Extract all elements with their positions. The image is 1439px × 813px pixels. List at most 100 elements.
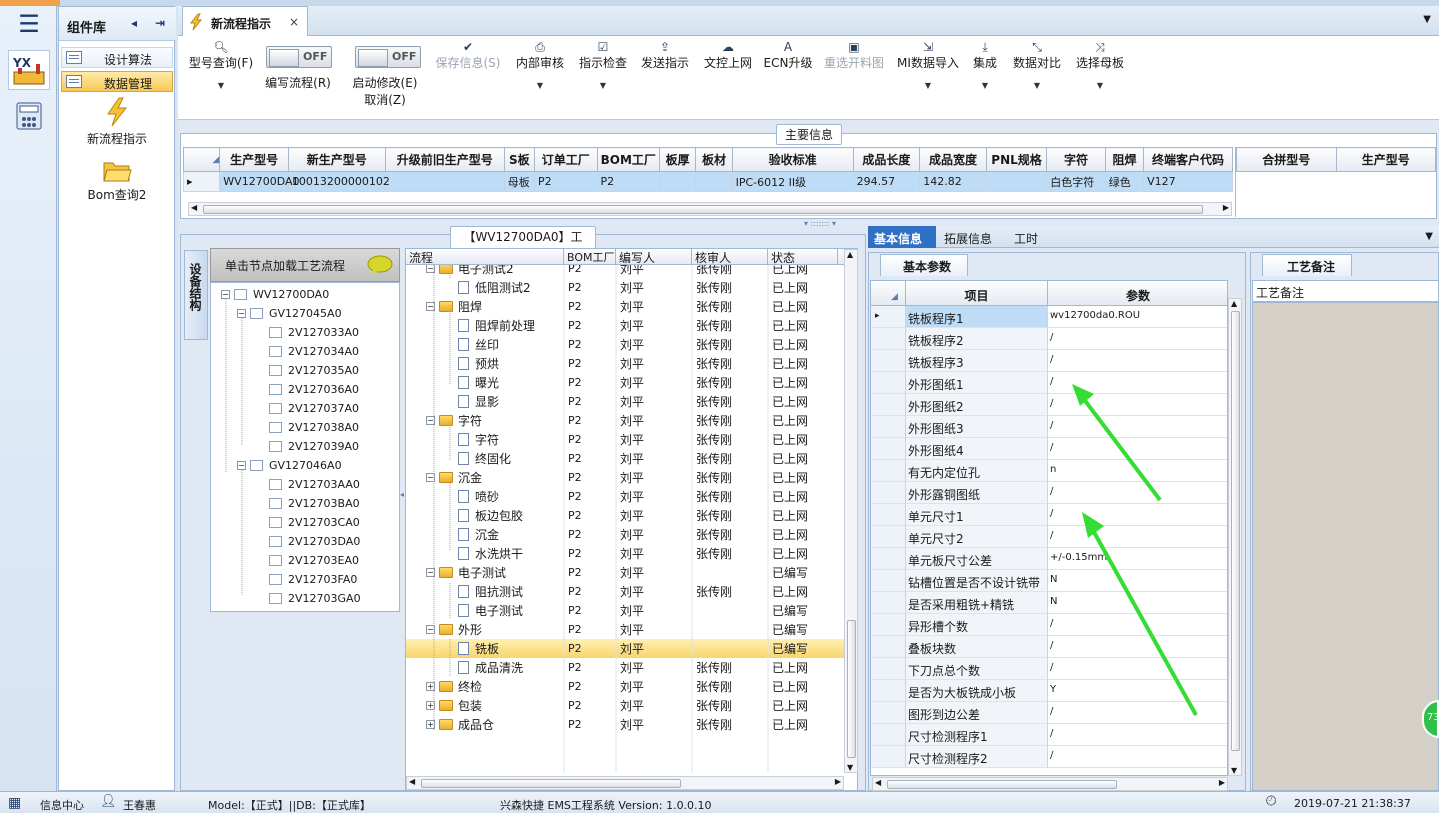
cell[interactable] (384, 171, 505, 192)
cell[interactable]: 142.82 (919, 171, 987, 192)
expand-icon[interactable]: − (237, 461, 246, 470)
comp-item-data-management[interactable]: 数据管理 (61, 71, 173, 92)
column-header[interactable]: 升级前旧生产型号 (384, 147, 505, 172)
flow-row[interactable]: 电子测试 P2 刘平 已编写 (406, 601, 844, 620)
checkbox[interactable] (269, 555, 282, 566)
tree-node[interactable]: 2V127038A0 (269, 418, 359, 437)
param-value[interactable]: / (1048, 328, 1227, 350)
expand-icon[interactable]: − (426, 416, 435, 425)
data-compare-button[interactable]: ⤡ 数据对比 ▼ (1008, 40, 1066, 90)
expand-icon[interactable]: − (426, 625, 435, 634)
flow-vscroll[interactable]: ▲ ▼ (844, 249, 858, 773)
param-value[interactable]: / (1048, 746, 1227, 768)
flow-row[interactable]: 低阻测试2 P2 刘平 张传刚 已上网 (406, 278, 844, 297)
bom-query-item[interactable]: Bom查询2 (77, 157, 157, 203)
param-row[interactable]: ▸ 铣板程序1 wv12700da0.ROU (871, 306, 1227, 328)
flow-column-header[interactable]: 状态 (768, 249, 838, 265)
column-header[interactable]: S板 (503, 147, 535, 172)
flow-row[interactable]: − 沉金 P2 刘平 张传刚 已上网 (406, 468, 844, 487)
column-header[interactable]: 终端客户代码 (1143, 147, 1233, 172)
flow-row[interactable]: − 阻焊 P2 刘平 张传刚 已上网 (406, 297, 844, 316)
flow-row[interactable]: + 终检 P2 刘平 张传刚 已上网 (406, 677, 844, 696)
flow-column-header[interactable]: 编写人 (616, 249, 692, 265)
checkbox[interactable] (269, 403, 282, 414)
tab-basic-params[interactable]: 基本参数 (880, 254, 968, 276)
column-header[interactable]: 订单工厂 (533, 147, 598, 172)
column-header[interactable]: 新生产型号 (287, 147, 386, 172)
column-header[interactable]: 板材 (695, 147, 733, 172)
flow-column-header[interactable]: 流程 (406, 249, 564, 265)
query-model-button[interactable]: 🔍︎ 型号查询(F) ▼ (186, 40, 256, 90)
cell[interactable]: IPC-6012 II级 (731, 171, 854, 192)
checkbox[interactable] (269, 479, 282, 490)
flow-row[interactable]: 显影 P2 刘平 张传刚 已上网 (406, 392, 844, 411)
send-instruction-button[interactable]: ⇪ 发送指示 (638, 40, 692, 71)
calculator-icon[interactable] (8, 96, 50, 136)
flow-column-header[interactable]: 核审人 (692, 249, 768, 265)
column-item[interactable]: 项目 (906, 281, 1048, 305)
save-info-button[interactable]: ✔ 保存信息(S) (432, 40, 504, 71)
flow-row[interactable]: 预烘 P2 刘平 张传刚 已上网 (406, 354, 844, 373)
checkbox[interactable] (269, 365, 282, 376)
param-row[interactable]: 尺寸检测程序2/ (871, 746, 1227, 768)
cell[interactable] (695, 171, 733, 192)
remarks-textarea[interactable] (1252, 302, 1439, 791)
flow-row[interactable]: 字符 P2 刘平 张传刚 已上网 (406, 430, 844, 449)
integrate-button[interactable]: ⤓ 集成 ▼ (968, 40, 1002, 90)
select-mother-board-button[interactable]: ⤨ 选择母板 ▼ (1072, 40, 1128, 90)
menu-icon[interactable]: ☰ (8, 8, 50, 40)
flow-row[interactable]: 丝印 P2 刘平 张传刚 已上网 (406, 335, 844, 354)
column-header[interactable]: 成品宽度 (919, 147, 987, 172)
main-info-scrollbar[interactable]: ◀ ▶ (188, 202, 1232, 216)
flow-row[interactable]: − 电子测试2 P2 刘平 张传刚 已上网 (406, 265, 844, 278)
flow-row[interactable]: 铣板 P2 刘平 已编写 (406, 639, 844, 658)
cell[interactable]: 母板 (503, 171, 535, 192)
instruction-check-button[interactable]: ☑ 指示检查 ▼ (574, 40, 632, 90)
cell[interactable]: P2 (596, 171, 661, 192)
flow-row[interactable]: − 字符 P2 刘平 张传刚 已上网 (406, 411, 844, 430)
factory-icon[interactable]: YX (8, 50, 50, 90)
flow-row[interactable]: 成品清洗 P2 刘平 张传刚 已上网 (406, 658, 844, 677)
checkbox[interactable] (269, 441, 282, 452)
tree-node[interactable]: 2V12703FA0 (269, 570, 357, 589)
flow-row[interactable]: − 外形 P2 刘平 已编写 (406, 620, 844, 639)
cell[interactable]: P2 (533, 171, 598, 192)
reselect-cut-diagram-button[interactable]: ▣ 重选开料图 (820, 40, 888, 71)
tree-node[interactable]: 2V127036A0 (269, 380, 359, 399)
checkbox[interactable] (234, 289, 247, 300)
tree-node[interactable]: 2V12703AA0 (269, 475, 360, 494)
flow-row[interactable]: 沉金 P2 刘平 张传刚 已上网 (406, 525, 844, 544)
doc-upload-button[interactable]: ☁ 文控上网 (700, 40, 756, 71)
tree-node[interactable]: 2V12703GA0 (269, 589, 361, 608)
enable-modify-toggle[interactable]: OFF (355, 46, 421, 68)
comp-item-design-algorithm[interactable]: 设计算法 (61, 47, 173, 68)
internal-review-button[interactable]: ⎙ 内部审核 ▼ (512, 40, 568, 90)
checkbox[interactable] (269, 517, 282, 528)
checkbox[interactable] (269, 498, 282, 509)
pin-icon[interactable]: ⇥ (155, 16, 165, 30)
column-header[interactable]: 阻焊 (1104, 147, 1145, 172)
tree-node[interactable]: 2V12703BA0 (269, 494, 360, 513)
flow-row[interactable]: + 成品仓 P2 刘平 张传刚 已上网 (406, 715, 844, 734)
info-center[interactable]: 信息中心 (40, 797, 84, 813)
expand-icon[interactable]: − (237, 309, 246, 318)
flow-row[interactable]: 曝光 P2 刘平 张传刚 已上网 (406, 373, 844, 392)
checkbox[interactable] (269, 422, 282, 433)
param-row[interactable]: 铣板程序3/ (871, 350, 1227, 372)
column-header[interactable]: 成品长度 (852, 147, 921, 172)
checkbox[interactable] (250, 460, 263, 471)
ecn-upgrade-button[interactable]: A ECN升级 (762, 40, 814, 71)
column-header[interactable]: 板厚 (659, 147, 697, 172)
flow-row[interactable]: + 包装 P2 刘平 张传刚 已上网 (406, 696, 844, 715)
expand-icon[interactable]: − (221, 290, 230, 299)
cell[interactable]: 绿色 (1104, 171, 1145, 192)
cell[interactable]: V127 (1143, 171, 1233, 192)
checkbox[interactable] (269, 384, 282, 395)
column-header[interactable]: 字符 (1046, 147, 1106, 172)
tree-node[interactable]: − GV127046A0 (237, 456, 342, 475)
side-tab-equipment[interactable]: 设备结构 (184, 250, 208, 340)
flow-row[interactable]: − 电子测试 P2 刘平 已编写 (406, 563, 844, 582)
checkbox[interactable] (269, 574, 282, 585)
tab-work-hours[interactable]: 工时 (1014, 230, 1038, 247)
tree-node[interactable]: 2V127033A0 (269, 323, 359, 342)
